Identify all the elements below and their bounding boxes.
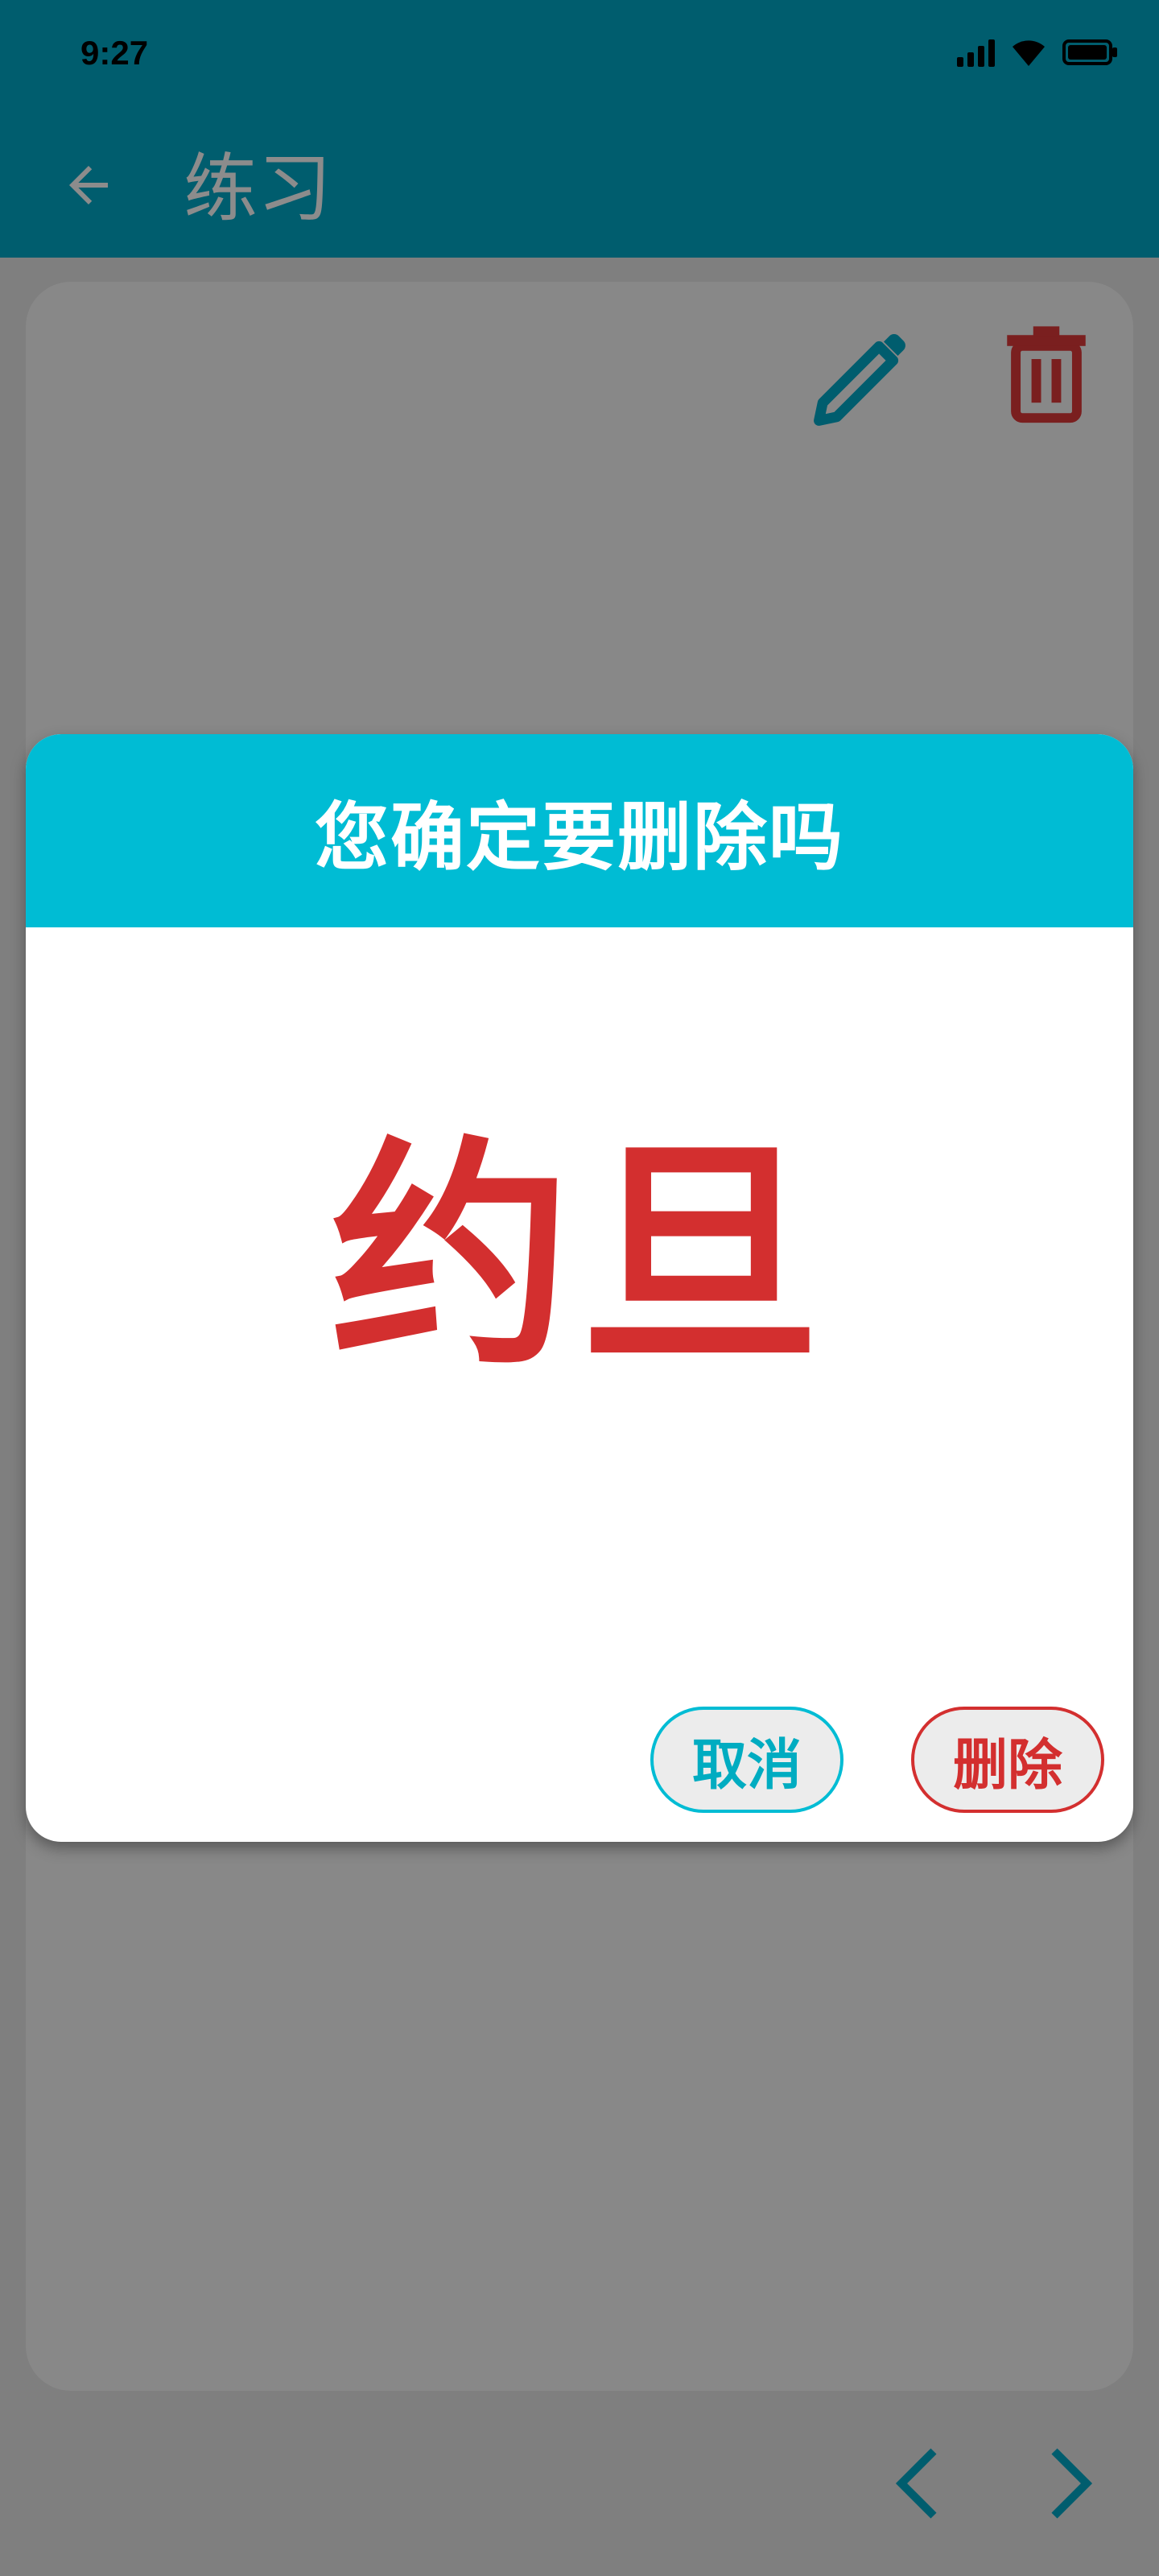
trash-icon — [1007, 326, 1086, 423]
back-button[interactable] — [48, 145, 129, 225]
pencil-icon — [814, 334, 905, 426]
chevron-left-icon — [895, 2448, 937, 2519]
status-time: 9:27 — [80, 34, 149, 72]
chevron-right-icon — [1051, 2448, 1093, 2519]
edit-button[interactable] — [805, 322, 918, 435]
status-bar: 9:27 — [0, 0, 1159, 105]
delete-button[interactable] — [994, 322, 1099, 427]
dialog-title: 您确定要删除吗 — [314, 794, 844, 881]
dialog-header: 您确定要删除吗 — [26, 734, 1133, 927]
arrow-back-icon — [69, 166, 108, 204]
page-title: 练习 — [184, 146, 332, 232]
confirm-delete-dialog: 您确定要删除吗 约旦 取消 删除 — [26, 734, 1133, 1842]
cancel-button[interactable]: 取消 — [650, 1707, 843, 1813]
status-icons — [957, 37, 1119, 68]
battery-icon — [1062, 39, 1117, 65]
signal-icon — [957, 38, 995, 67]
next-button[interactable] — [1038, 2447, 1103, 2520]
confirm-delete-button[interactable]: 删除 — [911, 1707, 1104, 1813]
word-to-delete: 约旦 — [330, 1117, 829, 1397]
app-bar: 练习 — [0, 105, 1159, 258]
previous-button[interactable] — [885, 2447, 950, 2520]
wifi-icon — [1013, 40, 1045, 66]
